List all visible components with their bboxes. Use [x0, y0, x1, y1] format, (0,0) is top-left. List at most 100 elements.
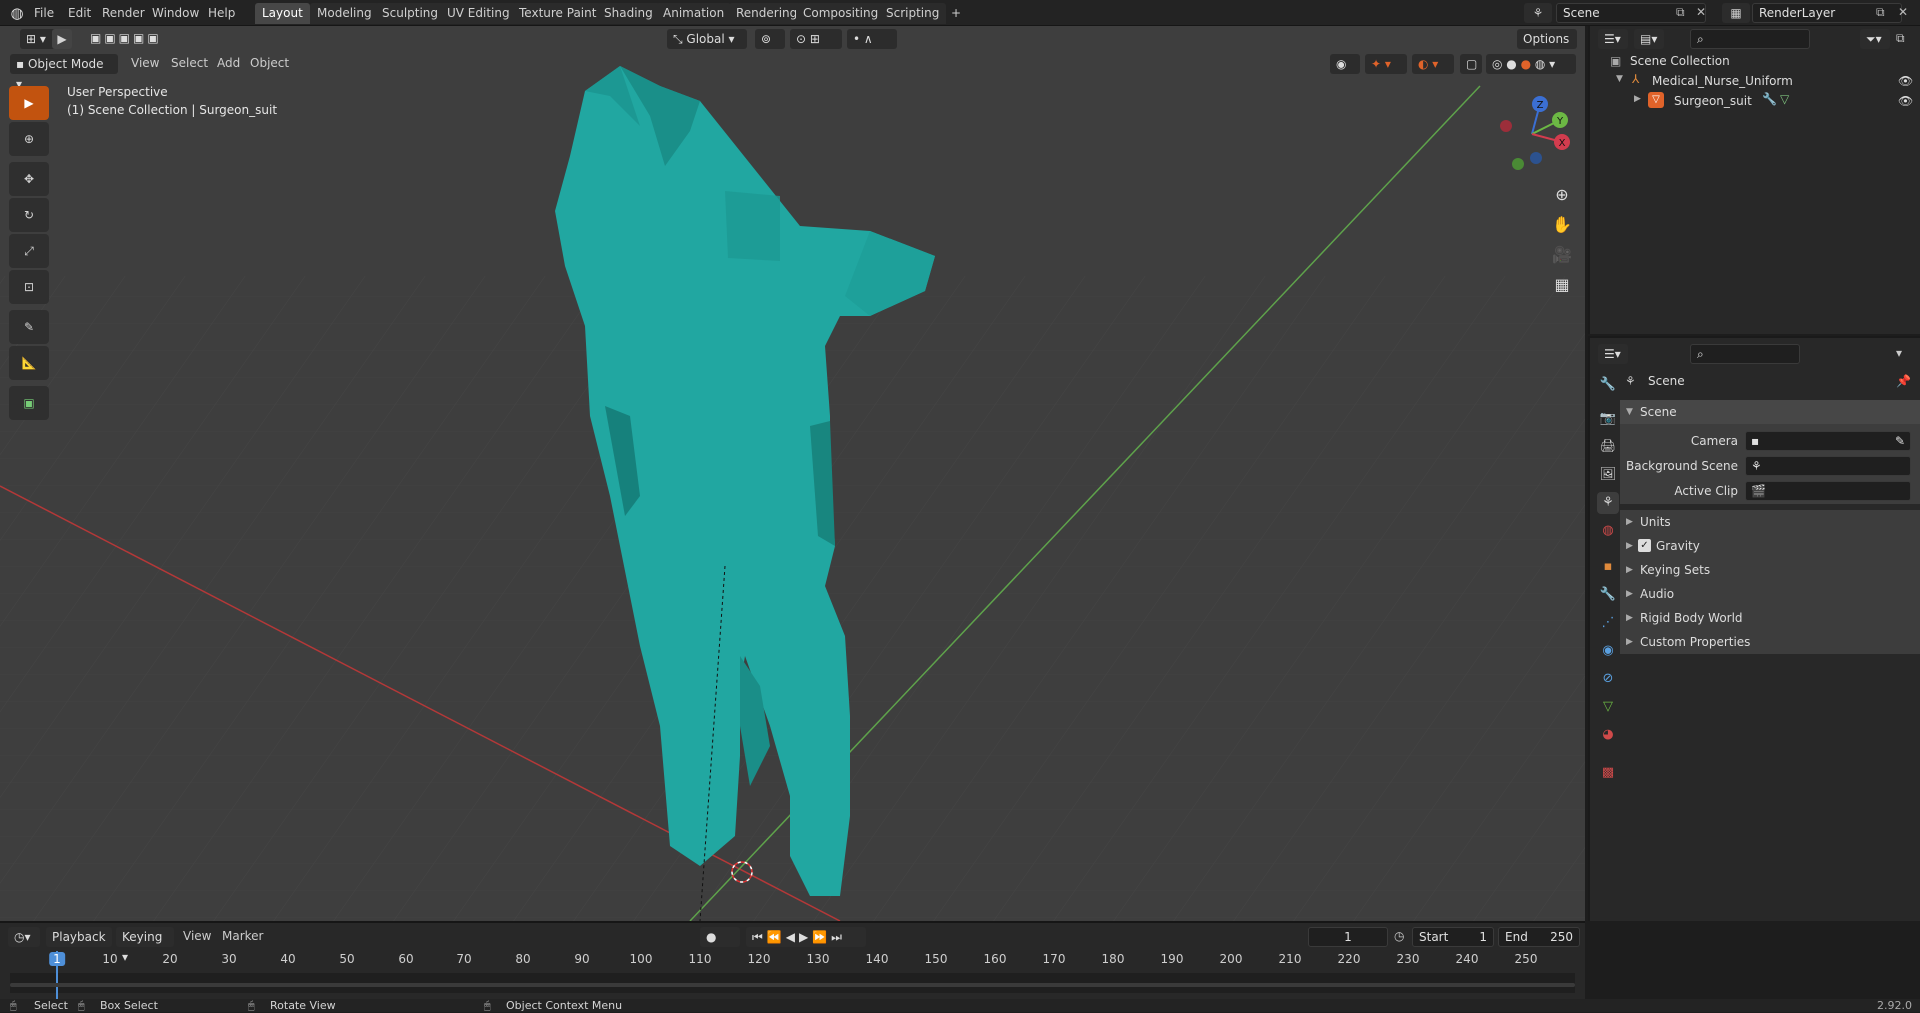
gizmo-x-label[interactable]: X	[1559, 138, 1566, 149]
tab-modeling[interactable]: Modeling	[310, 3, 379, 24]
world-tab-icon[interactable]: ◍	[1597, 520, 1619, 542]
tab-uv-editing[interactable]: UV Editing	[440, 3, 517, 24]
pin-icon[interactable]: 📌	[1896, 374, 1911, 388]
select-tool-icon[interactable]: ▶	[52, 29, 72, 49]
3d-viewport[interactable]: ⊞ ▾ ▶ ▣▣▣▣▣ ⤡ Global ▾ ⊚ ⊙ ⊞ • ∧ Options…	[0, 26, 1585, 921]
physics-tab-icon[interactable]: ◉	[1597, 640, 1619, 662]
background-scene-field[interactable]: ⚘	[1745, 456, 1911, 476]
end-frame-field[interactable]: End 250	[1498, 927, 1580, 947]
navigation-gizmo[interactable]: Z Y X	[1492, 84, 1572, 184]
menu-edit[interactable]: Edit	[62, 3, 97, 23]
visibility-icon[interactable]: ◉	[1330, 54, 1360, 74]
cursor-tool-icon[interactable]: ⊕	[9, 122, 49, 156]
marker-menu[interactable]: Marker	[222, 929, 263, 943]
preview-range-icon[interactable]: ◷	[1394, 929, 1404, 943]
keying-sets-section[interactable]: ▶ Keying Sets	[1620, 558, 1920, 582]
annotate-tool-icon[interactable]: ✎	[9, 310, 49, 344]
outliner-scene-collection[interactable]: Scene Collection	[1630, 54, 1730, 68]
transform-orientation-dropdown[interactable]: ⤡ Global ▾	[667, 29, 747, 49]
move-tool-icon[interactable]: ✥	[9, 162, 49, 196]
units-section[interactable]: ▶ Units	[1620, 510, 1920, 534]
viewport-canvas[interactable]	[0, 26, 1585, 921]
eyedropper-icon[interactable]: ✎	[1895, 432, 1905, 450]
modifier-tab-icon[interactable]: 🔧	[1597, 584, 1619, 606]
output-tab-icon[interactable]: 🖨	[1597, 436, 1619, 458]
tab-sculpting[interactable]: Sculpting	[375, 3, 446, 24]
timeline-view-menu[interactable]: View	[183, 929, 211, 943]
measure-tool-icon[interactable]: 📐	[9, 346, 49, 380]
gravity-checkbox[interactable]: ✓	[1638, 539, 1651, 552]
gizmo-z-label[interactable]: Z	[1537, 100, 1544, 111]
filter-icon[interactable]: ⏷▾	[1860, 29, 1890, 49]
add-cube-tool-icon[interactable]: ▣	[9, 386, 49, 420]
tab-layout[interactable]: Layout	[255, 3, 310, 24]
outliner-editor-type-icon[interactable]: ☰▾	[1598, 29, 1628, 49]
tab-animation[interactable]: Animation	[656, 3, 732, 24]
menu-window[interactable]: Window	[146, 3, 205, 23]
delete-scene-icon[interactable]: ✕	[1696, 5, 1706, 19]
panel-options-icon[interactable]: ▾	[1896, 346, 1902, 360]
constraints-tab-icon[interactable]: ⊘	[1597, 668, 1619, 690]
material-tab-icon[interactable]: ◕	[1597, 724, 1619, 746]
tab-texture-paint[interactable]: Texture Paint	[512, 3, 604, 24]
view-menu[interactable]: View	[131, 56, 159, 70]
tab-shading[interactable]: Shading	[597, 3, 660, 24]
rotate-tool-icon[interactable]: ↻	[9, 198, 49, 232]
gizmo-toggle-icon[interactable]: ✦ ▾	[1365, 54, 1407, 74]
playback-dropdown[interactable]: Playback ▾	[46, 927, 112, 964]
zoom-icon[interactable]: ⊕	[1548, 181, 1576, 209]
xray-toggle-icon[interactable]: ▢	[1460, 54, 1482, 74]
new-layer-icon[interactable]: ⧉	[1876, 5, 1885, 20]
properties-search-input[interactable]: ⌕	[1690, 344, 1800, 364]
gravity-section[interactable]: ▶ ✓ Gravity	[1620, 534, 1920, 558]
data-tab-icon[interactable]: ▽	[1597, 696, 1619, 718]
scene-section-header[interactable]: ▼ Scene	[1620, 400, 1920, 424]
pivot-point-button[interactable]: ⊚	[755, 29, 785, 49]
outliner-collection-row[interactable]: Medical_Nurse_Uniform	[1652, 74, 1793, 88]
particles-tab-icon[interactable]: ⋰	[1597, 612, 1619, 634]
new-collection-icon[interactable]: ⧉	[1896, 31, 1905, 46]
timeline-scrollbar[interactable]	[10, 983, 1575, 987]
outliner-object-row[interactable]: Surgeon_suit	[1674, 94, 1752, 108]
transform-tool-icon[interactable]: ⊡	[9, 270, 49, 304]
collapse-arrow-icon[interactable]: ▶	[1634, 94, 1641, 104]
scale-tool-icon[interactable]: ⤢	[9, 234, 49, 268]
record-button[interactable]: ●	[700, 927, 740, 947]
scene-tab-icon[interactable]: ⚘	[1597, 492, 1619, 514]
menu-file[interactable]: File	[28, 3, 60, 23]
select-menu[interactable]: Select	[171, 56, 208, 70]
object-visibility-eye-icon[interactable]: 👁	[1898, 94, 1913, 108]
audio-section[interactable]: ▶ Audio	[1620, 582, 1920, 606]
gizmo-y-label[interactable]: Y	[1556, 116, 1564, 127]
texture-tab-icon[interactable]: ▩	[1597, 762, 1619, 784]
modifier-wrench-icon[interactable]: 🔧	[1762, 92, 1777, 106]
menu-help[interactable]: Help	[202, 3, 241, 23]
pan-hand-icon[interactable]: ✋	[1548, 211, 1576, 239]
expand-arrow-icon[interactable]: ▼	[1616, 74, 1623, 84]
current-frame-field[interactable]: 1	[1308, 927, 1388, 947]
options-dropdown[interactable]: Options ▾	[1517, 29, 1577, 66]
start-frame-field[interactable]: Start 1	[1412, 927, 1494, 947]
custom-properties-section[interactable]: ▶ Custom Properties	[1620, 630, 1920, 654]
active-clip-field[interactable]: 🎬	[1745, 481, 1911, 501]
camera-field[interactable]: ▪ ✎	[1745, 431, 1911, 451]
outliner-search-input[interactable]: ⌕	[1690, 29, 1810, 49]
view-layer-tab-icon[interactable]: 🖼	[1597, 464, 1619, 486]
view-layer-icon[interactable]: ▦	[1722, 3, 1750, 23]
delete-layer-icon[interactable]: ✕	[1898, 5, 1908, 19]
camera-view-icon[interactable]: 🎥	[1548, 241, 1576, 269]
tab-scripting[interactable]: Scripting	[879, 3, 947, 24]
mesh-data-icon[interactable]: ▽	[1780, 92, 1789, 106]
object-tab-icon[interactable]: ▪	[1597, 556, 1619, 578]
ortho-grid-icon[interactable]: ▦	[1548, 271, 1576, 299]
object-menu[interactable]: Object	[250, 56, 289, 70]
rigid-body-world-section[interactable]: ▶ Rigid Body World	[1620, 606, 1920, 630]
keying-dropdown[interactable]: Keying ▾	[116, 927, 174, 964]
tab-compositing[interactable]: Compositing	[796, 3, 886, 24]
outliner-panel[interactable]: ☰▾ ▤▾ ⌕ ⏷▾ ⧉ ▣ Scene Collection ▼ ⅄ Medi…	[1588, 26, 1920, 334]
select-box-tool[interactable]: ▶	[9, 86, 49, 120]
render-tab-icon[interactable]: 📷	[1597, 408, 1619, 430]
tool-tab-icon[interactable]: 🔧	[1597, 374, 1619, 396]
playback-controls[interactable]: ⏮⏪◀▶⏩⏭	[746, 927, 866, 947]
display-mode-icon[interactable]: ▤▾	[1634, 29, 1664, 49]
